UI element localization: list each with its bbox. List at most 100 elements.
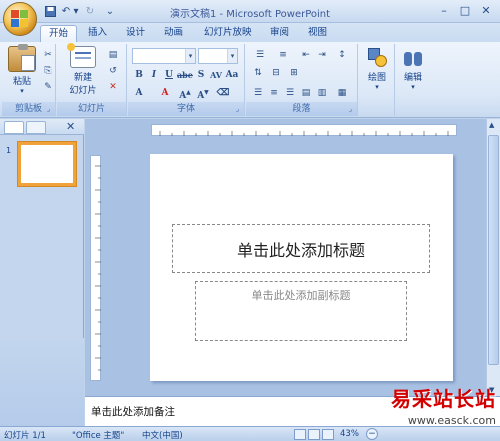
drawing-label: 绘图	[367, 73, 386, 83]
slide-thumbnail[interactable]	[18, 142, 76, 186]
font-name-dropdown-icon[interactable]: ▾	[185, 49, 195, 63]
align-right-icon[interactable]: ☰	[282, 86, 298, 100]
editing-dropdown-icon[interactable]: ▾	[397, 83, 429, 91]
font-name-combo[interactable]: ▾	[132, 48, 196, 64]
tab-design[interactable]: 设计	[118, 25, 153, 42]
strikethrough-icon[interactable]: abe	[177, 68, 193, 82]
grow-font-icon[interactable]: A▲	[178, 86, 192, 101]
paste-label: 粘贴	[12, 77, 31, 87]
subtitle-placeholder[interactable]: 单击此处添加副标题	[195, 281, 407, 341]
align-left-icon[interactable]: ☰	[250, 86, 266, 100]
thumbnail-number: 1	[6, 146, 12, 155]
zoom-out-icon[interactable]: −	[366, 428, 378, 440]
cut-icon[interactable]: ✂	[40, 48, 56, 62]
panel-tabs: ✕	[0, 119, 84, 135]
tab-animations[interactable]: 动画	[156, 25, 191, 42]
scroll-up-icon[interactable]: ▲	[489, 121, 494, 129]
paragraph-launcher-icon[interactable]: ⌟	[346, 105, 355, 114]
close-panel-icon[interactable]: ✕	[66, 120, 75, 133]
text-direction-icon[interactable]: ⇅	[250, 66, 266, 80]
drawing-button[interactable]: 绘图 ▾	[361, 46, 393, 98]
normal-view-icon[interactable]	[294, 429, 306, 440]
font-launcher-icon[interactable]: ⌟	[233, 105, 242, 114]
italic-icon[interactable]: I	[147, 68, 161, 82]
tab-view[interactable]: 视图	[300, 25, 335, 42]
align-center-icon[interactable]: ≡	[266, 86, 282, 100]
watermark-text: 易采站长站	[391, 387, 496, 411]
copy-icon[interactable]: ⎘	[40, 64, 56, 78]
ribbon-tabs: 开始 插入 设计 动画 幻灯片放映 审阅 视图	[0, 23, 500, 42]
shapes-icon	[366, 46, 388, 68]
watermark-url: www.easck.com	[407, 414, 496, 427]
tab-insert[interactable]: 插入	[80, 25, 115, 42]
reset-icon[interactable]: ↺	[105, 64, 121, 78]
office-button[interactable]	[3, 2, 37, 36]
scroll-thumb[interactable]	[488, 135, 499, 365]
slides-panel: ✕ 1	[0, 119, 84, 426]
clear-formatting-icon[interactable]: ⌫	[216, 86, 230, 100]
drawing-dropdown-icon[interactable]: ▾	[361, 83, 393, 91]
numbering-icon[interactable]: ≡	[273, 48, 293, 62]
smartart-icon[interactable]: ⊞	[286, 66, 302, 80]
vertical-scrollbar[interactable]: ▲ ▼	[486, 119, 500, 396]
bold-icon[interactable]: B	[132, 68, 146, 82]
delete-slide-icon[interactable]: ✕	[105, 80, 121, 94]
clear-format-icon[interactable]: A	[132, 86, 146, 100]
change-case-icon[interactable]: Aa	[225, 68, 239, 82]
slide-count: 幻灯片 1/1	[4, 431, 46, 441]
underline-icon[interactable]: U	[162, 68, 176, 82]
tab-review[interactable]: 审阅	[262, 25, 297, 42]
panel-empty-area	[0, 338, 84, 426]
slides-tab-icon[interactable]	[4, 121, 24, 134]
clipboard-icon	[8, 44, 36, 72]
group-drawing: 绘图 ▾	[359, 44, 395, 116]
slideshow-view-icon[interactable]	[322, 429, 334, 440]
slide-canvas[interactable]: 单击此处添加标题 单击此处添加副标题	[150, 154, 453, 381]
minimize-icon[interactable]: –	[434, 2, 454, 18]
tab-slideshow[interactable]: 幻灯片放映	[196, 25, 260, 42]
bullets-icon[interactable]: ☰	[250, 48, 270, 62]
group-paragraph: ☰ ≡ ⇤ ⇥ ↕ ⇅ ⊟ ⊞ ☰ ≡ ☰ ▤ ▥ ▦ 段落 ⌟	[246, 44, 358, 116]
paste-dropdown-icon[interactable]: ▾	[4, 87, 40, 95]
align-text-icon[interactable]: ⊟	[268, 66, 284, 80]
office-logo-icon	[11, 10, 29, 28]
shrink-font-icon[interactable]: A▼	[196, 86, 210, 101]
zoom-level[interactable]: 43%	[340, 429, 359, 439]
language[interactable]: 中文(中国)	[142, 429, 183, 441]
new-slide-label-1: 新建	[73, 73, 92, 83]
theme-name[interactable]: "Office 主题"	[72, 429, 124, 441]
slide-sorter-icon[interactable]	[308, 429, 320, 440]
title-placeholder[interactable]: 单击此处添加标题	[172, 224, 430, 273]
paragraph-group-label: 段落	[246, 102, 357, 116]
editing-label: 编辑	[403, 73, 422, 83]
increase-indent-icon[interactable]: ⇥	[314, 48, 330, 62]
shadow-icon[interactable]: S	[194, 68, 208, 82]
justify-icon[interactable]: ▤	[298, 86, 314, 100]
notes-placeholder[interactable]: 单击此处添加备注	[91, 404, 175, 419]
columns-icon[interactable]: ▦	[334, 86, 350, 100]
status-bar: 幻灯片 1/1 "Office 主题" 中文(中国) 43% −	[0, 426, 500, 441]
outline-tab-icon[interactable]	[26, 121, 46, 134]
new-slide-label-2: 幻灯片	[69, 86, 97, 96]
slide-workspace: 单击此处添加标题 单击此处添加副标题 ▲ ▼	[85, 119, 500, 396]
group-clipboard: 粘贴 ▾ ✂ ⎘ ✎ 剪贴板 ⌟	[2, 44, 56, 116]
font-group-label: 字体	[128, 102, 244, 116]
group-editing: 编辑 ▾	[396, 44, 430, 116]
clipboard-launcher-icon[interactable]: ⌟	[44, 105, 53, 114]
new-slide-button[interactable]: 新建 幻灯片	[61, 43, 105, 98]
font-color-icon[interactable]: A	[158, 86, 172, 100]
maximize-icon[interactable]: □	[455, 2, 475, 18]
char-spacing-icon[interactable]: AV	[209, 68, 223, 82]
layout-icon[interactable]: ▤	[105, 48, 121, 62]
font-size-combo[interactable]: ▾	[198, 48, 238, 64]
ribbon: 粘贴 ▾ ✂ ⎘ ✎ 剪贴板 ⌟ 新建 幻灯片 ▤ ↺ ✕ 幻灯片 ▾ ▾ B …	[0, 42, 500, 118]
decrease-indent-icon[interactable]: ⇤	[298, 48, 314, 62]
tab-home[interactable]: 开始	[40, 25, 78, 42]
distribute-icon[interactable]: ▥	[314, 86, 330, 100]
format-painter-icon[interactable]: ✎	[40, 80, 56, 94]
close-icon[interactable]: ✕	[476, 2, 496, 18]
editing-button[interactable]: 编辑 ▾	[397, 46, 429, 98]
line-spacing-icon[interactable]: ↕	[334, 48, 350, 62]
paste-button[interactable]: 粘贴 ▾	[4, 44, 40, 98]
font-size-dropdown-icon[interactable]: ▾	[227, 49, 237, 63]
